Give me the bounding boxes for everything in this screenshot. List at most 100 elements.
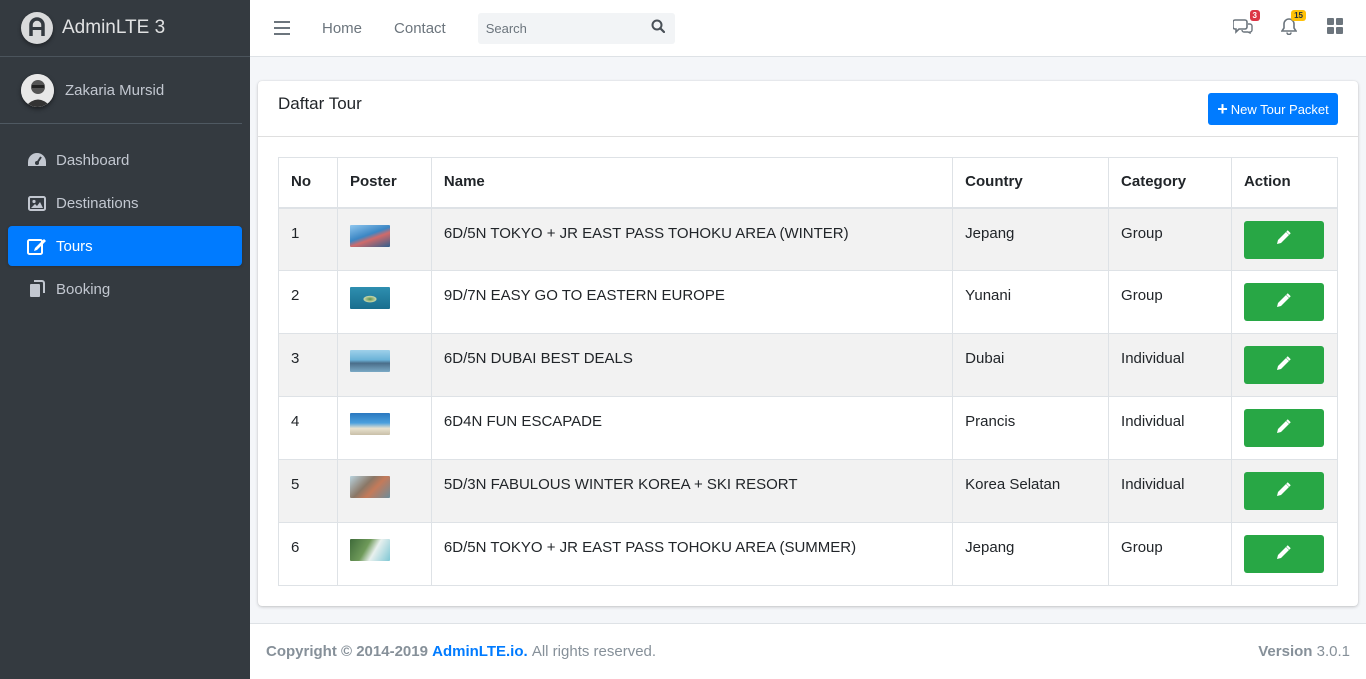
tour-poster-image[interactable] (349, 350, 390, 372)
table-row: 6 6D/5N TOKYO + JR EAST PASS TOHOKU AREA… (278, 522, 1339, 586)
sidebar-item-booking[interactable]: Booking (8, 269, 242, 309)
cell-category: Individual (1108, 459, 1232, 523)
table-row: 5 5D/3N FABULOUS WINTER KOREA + SKI RESO… (278, 459, 1339, 523)
footer-version: Version 3.0.1 (1258, 643, 1350, 660)
messages-badge: 3 (1249, 10, 1260, 21)
plus-icon: + (1217, 99, 1228, 119)
copy-icon (26, 279, 48, 299)
sidebar-nav: Dashboard Destinations Tours Booking (0, 124, 250, 309)
sidebar-item-dashboard[interactable]: Dashboard (8, 140, 242, 180)
cell-name: 6D/5N DUBAI BEST DEALS (430, 333, 954, 397)
edit-tour-button[interactable] (1243, 220, 1324, 259)
new-tour-packet-button[interactable]: + New Tour Packet (1208, 93, 1338, 125)
cell-action (1230, 333, 1339, 397)
cell-action (1230, 459, 1339, 523)
cell-name: 6D/5N TOKYO + JR EAST PASS TOHOKU AREA (… (430, 207, 954, 271)
cell-country: Korea Selatan (952, 459, 1110, 523)
cell-poster (336, 270, 432, 334)
column-header-name: Name (430, 157, 954, 209)
table-row: 4 6D4N FUN ESCAPADE Prancis Individual (278, 396, 1339, 460)
cell-poster (336, 522, 432, 586)
cell-action (1230, 207, 1339, 271)
table-row: 1 6D/5N TOKYO + JR EAST PASS TOHOKU AREA… (278, 207, 1339, 271)
cell-category: Group (1108, 522, 1232, 586)
brand-text: AdminLTE 3 (62, 17, 166, 38)
cell-action (1230, 270, 1339, 334)
pencil-icon (1276, 355, 1292, 375)
cell-country: Prancis (952, 396, 1110, 460)
sidebar-item-label: Destinations (56, 194, 139, 212)
tour-poster-image[interactable] (349, 476, 390, 498)
edit-tour-button[interactable] (1243, 283, 1324, 321)
table-header-row: No Poster Name Country Category Action (278, 157, 1339, 209)
footer-version-number: 3.0.1 (1316, 643, 1350, 660)
tour-poster-image[interactable] (349, 287, 390, 309)
column-header-category: Category (1108, 157, 1232, 209)
edit-icon (26, 236, 48, 256)
control-sidebar-button[interactable] (1326, 18, 1344, 38)
cell-category: Individual (1108, 333, 1232, 397)
cell-category: Group (1108, 270, 1232, 334)
tour-poster-image[interactable] (349, 539, 390, 561)
edit-tour-button[interactable] (1243, 535, 1324, 573)
cell-name: 6D/5N TOKYO + JR EAST PASS TOHOKU AREA (… (430, 522, 954, 586)
comments-icon (1232, 18, 1253, 38)
tour-poster-image[interactable] (349, 413, 390, 435)
cell-name: 5D/3N FABULOUS WINTER KOREA + SKI RESORT (430, 459, 954, 523)
column-header-action: Action (1230, 157, 1339, 209)
cell-no: 4 (278, 396, 338, 460)
sidebar-item-label: Booking (56, 280, 111, 298)
edit-tour-button[interactable] (1243, 409, 1324, 447)
cell-poster (336, 459, 432, 523)
pencil-icon (1276, 292, 1292, 312)
messages-button[interactable]: 3 (1232, 10, 1260, 38)
card-title: Daftar Tour (278, 94, 362, 113)
footer-adminlte-link[interactable]: AdminLTE.io. (432, 643, 528, 660)
cell-poster (336, 333, 432, 397)
edit-tour-button[interactable] (1243, 346, 1324, 384)
notifications-button[interactable]: 15 (1280, 10, 1306, 37)
notifications-badge: 15 (1291, 10, 1306, 21)
dashboard-gauge-icon (26, 150, 48, 170)
cell-country: Dubai (952, 333, 1110, 397)
user-name[interactable]: Zakaria Mursid (65, 82, 164, 99)
table-row: 2 9D/7N EASY GO TO EASTERN EUROPE Yunani… (278, 270, 1339, 334)
cell-no: 6 (278, 522, 338, 586)
edit-tour-button[interactable] (1243, 472, 1324, 510)
cell-category: Individual (1108, 396, 1232, 460)
cell-no: 1 (278, 207, 338, 271)
pencil-icon (1276, 230, 1292, 249)
nav-link-contact[interactable]: Contact (394, 20, 446, 37)
column-header-no: No (278, 157, 338, 209)
user-avatar (21, 73, 54, 107)
cell-poster (336, 396, 432, 460)
cell-category: Group (1108, 207, 1232, 271)
sidebar-item-label: Dashboard (56, 151, 130, 169)
table-row: 3 6D/5N DUBAI BEST DEALS Dubai Individua… (278, 333, 1339, 397)
nav-link-home[interactable]: Home (322, 20, 362, 37)
cell-country: Jepang (952, 522, 1110, 586)
th-large-icon (1327, 18, 1343, 38)
image-icon (26, 193, 48, 213)
user-panel[interactable]: Zakaria Mursid (0, 57, 242, 124)
tour-poster-image[interactable] (349, 224, 390, 247)
sidebar-item-destinations[interactable]: Destinations (8, 183, 242, 223)
tour-list-card: Daftar Tour + New Tour Packet No Poster … (258, 81, 1358, 606)
navbar-right: 3 15 (1206, 10, 1344, 38)
main-footer: Copyright © 2014-2019 AdminLTE.io. All r… (250, 623, 1366, 679)
pencil-icon (1276, 481, 1292, 501)
hamburger-menu-icon[interactable] (274, 21, 290, 35)
search-icon (651, 19, 665, 37)
search-button[interactable] (641, 13, 675, 44)
search-input[interactable] (477, 12, 641, 44)
cell-no: 3 (278, 333, 338, 397)
column-header-poster: Poster (336, 157, 432, 209)
brand-link[interactable]: AdminLTE 3 (0, 0, 250, 57)
sidebar-item-tours[interactable]: Tours (8, 226, 242, 266)
new-tour-packet-label: New Tour Packet (1230, 101, 1329, 117)
cell-no: 5 (278, 459, 338, 523)
footer-rights: All rights reserved. (531, 643, 657, 660)
column-header-country: Country (952, 157, 1110, 209)
cell-poster (336, 207, 432, 271)
sidebar-item-label: Tours (56, 237, 93, 255)
